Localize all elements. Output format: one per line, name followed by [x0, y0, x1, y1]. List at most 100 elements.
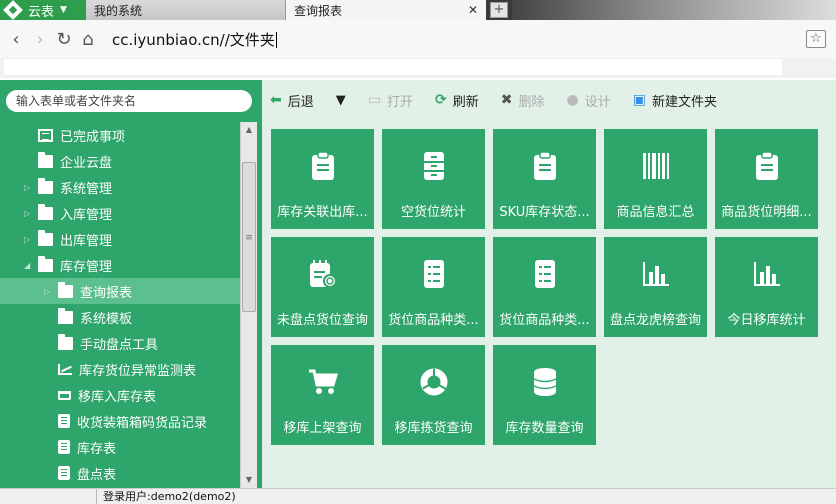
report-tile-label: 今日移库统计: [727, 313, 806, 328]
report-tile[interactable]: SKU库存状态...: [493, 129, 596, 229]
clipboard-icon: [58, 440, 70, 454]
sidebar-item[interactable]: 收货装箱箱码货品记录: [0, 408, 240, 434]
scroll-down-icon[interactable]: ▼: [241, 472, 257, 488]
status-bar: 登录用户:demo2(demo2): [0, 488, 836, 504]
report-tile[interactable]: 库存数量查询: [493, 345, 596, 445]
report-tile[interactable]: 货位商品种类...: [382, 237, 485, 337]
tab-my-system[interactable]: 我的系统: [86, 0, 286, 20]
tab-bar-fill: [512, 0, 836, 20]
sidebar-item-label: 收货装箱箱码货品记录: [77, 415, 208, 431]
sidebar-item-label: 已完成事项: [60, 129, 126, 145]
collapsed-arrow-icon[interactable]: ▷: [44, 287, 50, 296]
report-tile[interactable]: 移库拣货查询: [382, 345, 485, 445]
cabinet-icon: [382, 151, 485, 181]
sidebar-item-label: 盘点表: [77, 467, 117, 483]
main-panel: ⬅ 后退 ▼ ▭ 打开 ⟳ 刷新 ✖ 删除 ● 设计 ▣ 新建文件夹 库存关联出…: [260, 80, 836, 488]
report-tile-label: 商品信息汇总: [616, 205, 695, 220]
sidebar-item-label: 库存管理: [60, 259, 113, 275]
report-tile[interactable]: 移库上架查询: [271, 345, 374, 445]
sidebar-search-input[interactable]: 输入表单或者文件夹名: [6, 90, 252, 112]
report-tile[interactable]: 今日移库统计: [715, 237, 818, 337]
home-icon[interactable]: ⌂: [76, 29, 100, 50]
sidebar-item-label: 入库管理: [60, 207, 113, 223]
refresh-icon: ⟳: [435, 92, 447, 108]
barcode-icon: [604, 151, 707, 181]
app-menu-button[interactable]: 云表 ▼: [0, 0, 86, 20]
report-tile-label: 移库拣货查询: [394, 421, 473, 436]
report-tile[interactable]: 货位商品种类...: [493, 237, 596, 337]
forward-arrow-icon[interactable]: ›: [28, 29, 52, 50]
list-icon: [38, 128, 53, 142]
list-doc-icon: [382, 259, 485, 289]
sidebar-item[interactable]: ▷ 入库管理: [0, 200, 240, 226]
back-label: 后退: [287, 94, 314, 110]
folder-tree: 已完成事项企业云盘 ▷ 系统管理 ▷ 入库管理 ▷ 出库管理 ◢ 库存管理 ▷ 查询报表系统模板手动…: [0, 122, 240, 486]
expanded-arrow-icon[interactable]: ◢: [24, 261, 30, 270]
refresh-button[interactable]: ⟳ 刷新: [435, 91, 479, 110]
tab-label: 查询报表: [294, 3, 343, 18]
sidebar-item[interactable]: ▷ 系统管理: [0, 174, 240, 200]
new-tab-button[interactable]: +: [490, 2, 508, 18]
design-button[interactable]: ● 设计: [567, 91, 611, 110]
collapsed-arrow-icon[interactable]: ▷: [24, 209, 30, 218]
toolbar: ⬅ 后退 ▼ ▭ 打开 ⟳ 刷新 ✖ 删除 ● 设计 ▣ 新建文件夹: [262, 80, 836, 120]
sidebar-item[interactable]: 库存表: [0, 434, 240, 460]
sidebar-item-label: 企业云盘: [60, 155, 113, 171]
sidebar-item-label: 移库入库存表: [78, 389, 157, 405]
close-icon[interactable]: ✕: [468, 3, 478, 17]
report-tile-label: 商品货位明细...: [721, 205, 812, 220]
report-tile[interactable]: 商品信息汇总: [604, 129, 707, 229]
report-tile[interactable]: 未盘点货位查询: [271, 237, 374, 337]
sidebar-item-label: 查询报表: [80, 285, 133, 301]
report-tile-label: 库存数量查询: [505, 421, 584, 436]
design-label: 设计: [584, 94, 611, 110]
report-tile-label: 空货位统计: [400, 205, 466, 220]
palette-icon: ●: [566, 92, 579, 108]
star-icon[interactable]: ☆: [806, 30, 826, 48]
sidebar-item[interactable]: 库存货位异常监测表: [0, 356, 240, 382]
folder-icon: [38, 229, 53, 246]
open-label: 打开: [386, 94, 413, 110]
chevron-down-icon[interactable]: ▼: [336, 93, 346, 108]
sidebar-item[interactable]: ◢ 库存管理: [0, 252, 240, 278]
sidebar-scrollbar[interactable]: ▲ ≡ ▼: [240, 122, 257, 488]
back-button[interactable]: ⬅ 后退: [270, 91, 314, 110]
sidebar-item[interactable]: 系统模板: [0, 304, 240, 330]
tab-label: 我的系统: [94, 3, 143, 18]
database-icon: [493, 367, 596, 397]
sidebar-item[interactable]: 移库入库存表: [0, 382, 240, 408]
delete-label: 删除: [518, 94, 545, 110]
scroll-up-icon[interactable]: ▲: [241, 122, 257, 138]
back-arrow-icon[interactable]: ‹: [4, 29, 28, 50]
delete-button[interactable]: ✖ 删除: [501, 91, 545, 110]
sidebar-item[interactable]: ▷ 查询报表: [0, 278, 240, 304]
sidebar-item-label: 系统模板: [80, 311, 133, 327]
app-logo-icon: [3, 0, 23, 20]
report-tile[interactable]: 库存关联出库...: [271, 129, 374, 229]
back-arrow-icon: ⬅: [270, 92, 282, 108]
folder-icon: [58, 307, 73, 324]
open-button[interactable]: ▭ 打开: [368, 91, 413, 110]
reload-icon[interactable]: ↻: [52, 29, 76, 50]
sidebar-item[interactable]: ▷ 出库管理: [0, 226, 240, 252]
collapsed-arrow-icon[interactable]: ▷: [24, 183, 30, 192]
url-input[interactable]: cc.iyunbiao.cn//文件夹: [112, 29, 277, 50]
sidebar-item[interactable]: 手动盘点工具: [0, 330, 240, 356]
report-tile[interactable]: 盘点龙虎榜查询: [604, 237, 707, 337]
folder-icon: [58, 333, 73, 350]
new-folder-button[interactable]: ▣ 新建文件夹: [633, 91, 717, 110]
new-folder-label: 新建文件夹: [651, 94, 717, 110]
sidebar-item[interactable]: 盘点表: [0, 460, 240, 486]
sidebar-item[interactable]: 企业云盘: [0, 148, 240, 174]
sidebar-item-label: 系统管理: [60, 181, 113, 197]
collapsed-arrow-icon[interactable]: ▷: [24, 235, 30, 244]
report-tile[interactable]: 空货位统计: [382, 129, 485, 229]
clipboard-icon: [493, 151, 596, 181]
tab-query-reports[interactable]: 查询报表 ✕: [286, 0, 486, 20]
folder-open-icon: ▭: [367, 92, 381, 108]
scrollbar-thumb[interactable]: ≡: [242, 162, 256, 312]
sidebar-item[interactable]: 已完成事项: [0, 122, 240, 148]
cart-icon: [271, 367, 374, 397]
address-bar: ‹ › ↻ ⌂ cc.iyunbiao.cn//文件夹 ☆: [0, 20, 836, 58]
report-tile[interactable]: 商品货位明细...: [715, 129, 818, 229]
